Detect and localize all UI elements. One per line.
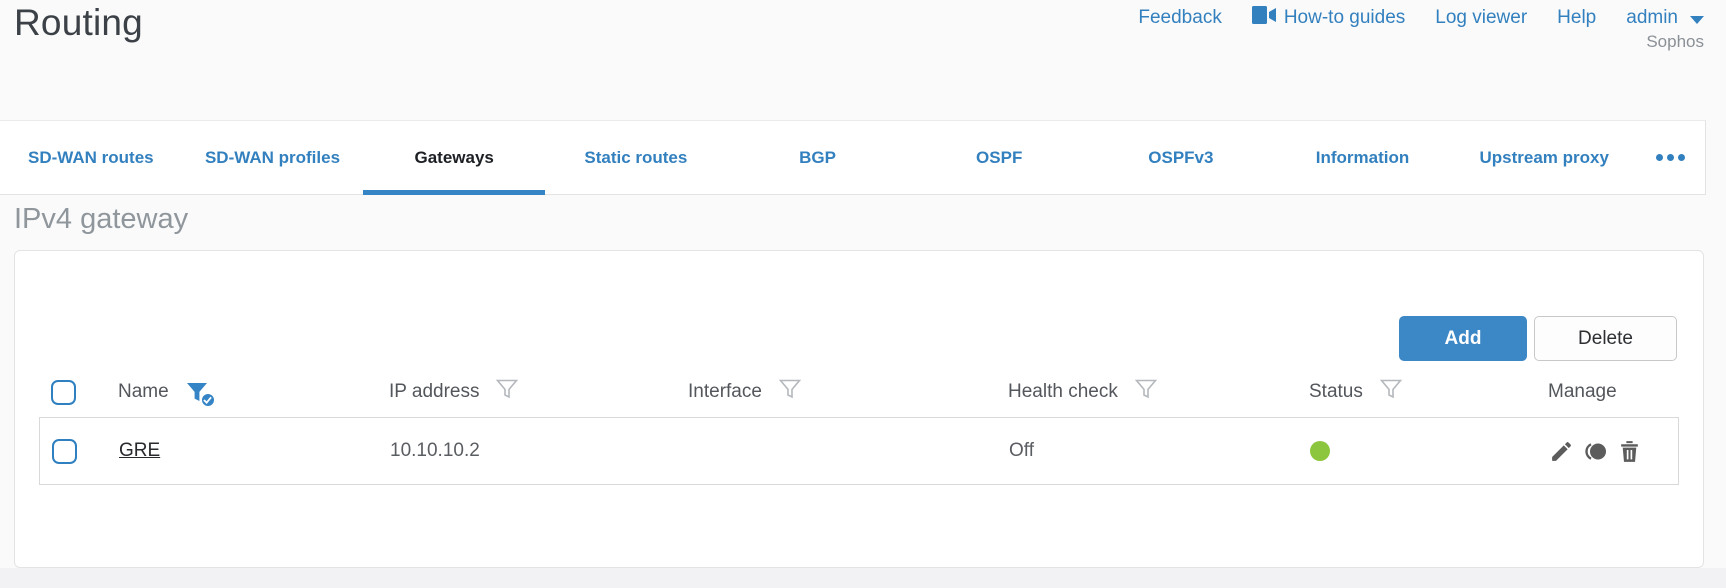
- tab-upstream-proxy[interactable]: Upstream proxy: [1453, 121, 1635, 194]
- filter-icon-health-check[interactable]: [1134, 377, 1158, 407]
- add-button[interactable]: Add: [1399, 316, 1527, 361]
- delete-button[interactable]: Delete: [1534, 316, 1677, 361]
- gateway-panel: Add Delete Name IP address Interface Hea…: [14, 250, 1704, 568]
- column-header-health-check: Health check: [1008, 381, 1118, 402]
- howto-guides-link[interactable]: How-to guides: [1251, 6, 1406, 30]
- log-viewer-link[interactable]: Log viewer: [1435, 7, 1527, 29]
- filter-icon-interface[interactable]: [778, 377, 802, 407]
- column-header-interface: Interface: [688, 381, 762, 402]
- select-all-checkbox[interactable]: [51, 379, 76, 405]
- column-header-manage: Manage: [1548, 381, 1617, 402]
- toolbar: Add Delete: [1399, 316, 1677, 361]
- tab-information[interactable]: Information: [1272, 121, 1454, 194]
- chevron-down-icon: [1690, 15, 1704, 24]
- user-menu[interactable]: admin: [1626, 7, 1704, 29]
- tab-ospf[interactable]: OSPF: [908, 121, 1090, 194]
- column-header-ip-address: IP address: [389, 381, 480, 402]
- tab-sd-wan-routes[interactable]: SD-WAN routes: [0, 121, 182, 194]
- gateway-health-check-value: Off: [1009, 440, 1034, 461]
- tab-bar: SD-WAN routes SD-WAN profiles Gateways S…: [0, 120, 1706, 195]
- filter-icon-name-active[interactable]: [185, 380, 216, 408]
- feedback-label: Feedback: [1138, 7, 1222, 28]
- edit-icon[interactable]: [1549, 439, 1574, 464]
- page-title: Routing: [14, 2, 143, 43]
- top-nav: Feedback How-to guides Log viewer Help a…: [1138, 6, 1704, 30]
- row-checkbox[interactable]: [52, 438, 77, 464]
- gateway-name-link[interactable]: GRE: [119, 440, 160, 462]
- section-heading: IPv4 gateway: [14, 203, 189, 235]
- column-header-name: Name: [118, 381, 169, 402]
- howto-guides-label: How-to guides: [1283, 7, 1406, 28]
- delete-row-icon[interactable]: [1617, 439, 1642, 464]
- table-row: GRE 10.10.10.2 Off: [39, 417, 1679, 485]
- tab-static-routes[interactable]: Static routes: [545, 121, 727, 194]
- feedback-link[interactable]: Feedback: [1138, 7, 1221, 29]
- help-label: Help: [1557, 7, 1597, 28]
- tab-sd-wan-profiles[interactable]: SD-WAN profiles: [182, 121, 364, 194]
- ellipsis-icon: [1677, 154, 1685, 161]
- column-header-status: Status: [1309, 381, 1363, 402]
- video-camera-icon: [1251, 6, 1276, 30]
- help-link[interactable]: Help: [1557, 7, 1596, 29]
- filter-icon-status[interactable]: [1379, 377, 1403, 407]
- ellipsis-icon: [1666, 154, 1674, 161]
- log-viewer-label: Log viewer: [1435, 7, 1528, 28]
- filter-icon-ip-address[interactable]: [495, 377, 519, 407]
- page-footer-band: [0, 568, 1726, 588]
- status-up-indicator: [1310, 441, 1330, 461]
- gateway-table: Name IP address Interface Health check S…: [39, 367, 1679, 485]
- user-name-label: admin: [1626, 7, 1678, 28]
- ellipsis-icon: [1655, 154, 1663, 161]
- tab-overflow-button[interactable]: [1635, 121, 1705, 194]
- tab-gateways[interactable]: Gateways: [363, 121, 545, 194]
- brand-label: Sophos: [1646, 32, 1704, 51]
- clone-icon[interactable]: [1582, 439, 1609, 464]
- tab-ospfv3[interactable]: OSPFv3: [1090, 121, 1272, 194]
- gateway-ip-value: 10.10.10.2: [390, 440, 480, 461]
- tab-bgp[interactable]: BGP: [727, 121, 909, 194]
- filter-applied-check-icon: [199, 392, 216, 408]
- table-header-row: Name IP address Interface Health check S…: [39, 367, 1679, 417]
